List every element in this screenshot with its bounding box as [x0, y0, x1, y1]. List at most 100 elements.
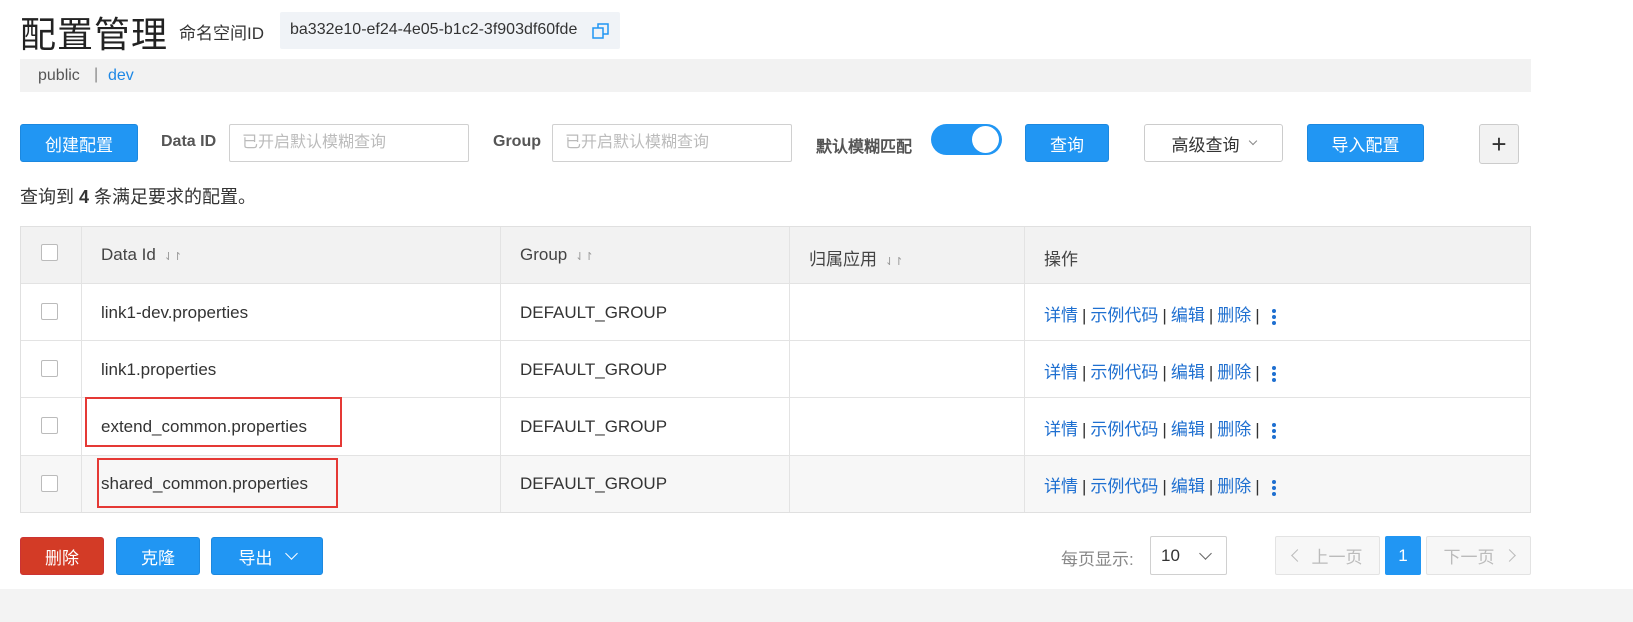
action-separator: |: [1208, 306, 1214, 325]
create-config-label: 创建配置: [45, 135, 113, 155]
detail-link[interactable]: 详情: [1044, 306, 1078, 325]
next-page-button[interactable]: 下一页: [1426, 536, 1531, 575]
row-checkbox[interactable]: [41, 475, 58, 492]
more-options-icon[interactable]: [1271, 478, 1276, 498]
row-group: DEFAULT_GROUP: [520, 303, 668, 322]
action-separator: |: [1082, 477, 1087, 496]
action-separator: |: [1255, 306, 1260, 325]
bottom-scrollbar[interactable]: [0, 589, 1633, 622]
delete-link[interactable]: 删除: [1217, 363, 1251, 382]
sample-code-link[interactable]: 示例代码: [1090, 306, 1158, 325]
namespace-label: 命名空间ID: [179, 24, 264, 43]
toggle-knob: [972, 126, 999, 153]
detail-link[interactable]: 详情: [1044, 420, 1078, 439]
select-all-checkbox[interactable]: [41, 244, 58, 261]
more-options-icon[interactable]: [1271, 307, 1276, 327]
clone-button[interactable]: 克隆: [116, 537, 200, 575]
copy-icon[interactable]: [592, 22, 610, 40]
more-options-icon[interactable]: [1271, 364, 1276, 384]
column-header-app[interactable]: 归属应用 ⇃↾: [809, 245, 903, 270]
edit-link[interactable]: 编辑: [1171, 306, 1205, 325]
per-page-value: 10: [1161, 546, 1180, 565]
column-divider: [81, 227, 82, 512]
delete-label: 删除: [45, 548, 79, 568]
action-separator: |: [1255, 363, 1260, 382]
row-checkbox[interactable]: [41, 303, 58, 320]
action-separator: |: [1208, 477, 1214, 496]
page-1-button[interactable]: 1: [1385, 536, 1421, 575]
chevron-right-icon: [1502, 549, 1516, 562]
page-number: 1: [1398, 545, 1408, 565]
row-dataid: link1-dev.properties: [101, 303, 249, 322]
advanced-query-button[interactable]: 高级查询: [1144, 124, 1283, 162]
clone-label: 克隆: [141, 548, 175, 568]
prev-page-button[interactable]: 上一页: [1275, 536, 1380, 575]
sort-icon[interactable]: ⇃↾: [575, 251, 593, 263]
action-separator: |: [1255, 420, 1260, 439]
sort-icon[interactable]: ⇃↾: [885, 256, 903, 268]
query-button[interactable]: 查询: [1025, 124, 1109, 162]
delete-link[interactable]: 删除: [1217, 306, 1251, 325]
detail-link[interactable]: 详情: [1044, 477, 1078, 496]
delete-link[interactable]: 删除: [1217, 477, 1251, 496]
column-header-dataid[interactable]: Data Id ⇃↾: [101, 245, 182, 265]
sample-code-link[interactable]: 示例代码: [1090, 420, 1158, 439]
column-label: Data Id: [101, 245, 156, 264]
row-group: DEFAULT_GROUP: [520, 417, 668, 436]
fuzzy-match-label: 默认模糊匹配: [816, 139, 913, 156]
column-divider: [1024, 227, 1025, 512]
table-row: link1.properties DEFAULT_GROUP 详情 | 示例代码 | 编…: [21, 341, 1530, 398]
next-page-label: 下一页: [1443, 548, 1495, 567]
delete-link[interactable]: 删除: [1217, 420, 1251, 439]
action-separator: |: [1255, 477, 1260, 496]
import-config-label: 导入配置: [1331, 135, 1400, 155]
row-actions: 详情 | 示例代码 | 编辑 | 删除 |: [1044, 301, 1276, 327]
query-label: 查询: [1050, 135, 1084, 155]
table-row: link1-dev.properties DEFAULT_GROUP 详情 | 示例…: [21, 284, 1530, 341]
column-divider: [500, 227, 501, 512]
action-separator: |: [1082, 363, 1087, 382]
add-button[interactable]: +: [1479, 124, 1519, 164]
action-separator: |: [1208, 420, 1214, 439]
advanced-query-label: 高级查询: [1171, 135, 1240, 155]
row-actions: 详情 | 示例代码 | 编辑 | 删除 |: [1044, 472, 1276, 498]
detail-link[interactable]: 详情: [1044, 363, 1078, 382]
sample-code-link[interactable]: 示例代码: [1090, 477, 1158, 496]
edit-link[interactable]: 编辑: [1171, 420, 1205, 439]
delete-button[interactable]: 删除: [20, 537, 104, 575]
column-header-group[interactable]: Group ⇃↾: [520, 245, 594, 265]
chevron-down-icon: [284, 547, 298, 560]
sort-icon[interactable]: ⇃↾: [164, 251, 182, 263]
export-button[interactable]: 导出: [211, 537, 323, 575]
import-config-button[interactable]: 导入配置: [1307, 124, 1424, 162]
tab-dev[interactable]: dev: [108, 67, 134, 85]
namespace-tabs: [20, 59, 1531, 92]
more-options-icon[interactable]: [1271, 421, 1276, 441]
prev-page-label: 上一页: [1311, 548, 1363, 567]
fuzzy-match-toggle[interactable]: [931, 124, 1002, 155]
group-input[interactable]: [552, 124, 792, 162]
action-separator: |: [1162, 477, 1167, 496]
dataid-input[interactable]: [229, 124, 469, 162]
column-label: 归属应用: [809, 250, 877, 269]
row-group: DEFAULT_GROUP: [520, 474, 668, 493]
edit-link[interactable]: 编辑: [1171, 477, 1205, 496]
chevron-down-icon: [1248, 136, 1257, 146]
summary-prefix: 查询到: [20, 187, 74, 207]
row-dataid: link1.properties: [101, 360, 217, 379]
highlight-box: [85, 397, 342, 447]
row-checkbox[interactable]: [41, 360, 58, 377]
edit-link[interactable]: 编辑: [1171, 363, 1205, 382]
sample-code-link[interactable]: 示例代码: [1090, 363, 1158, 382]
column-label: Group: [520, 245, 568, 264]
tab-public[interactable]: public: [38, 67, 80, 85]
row-actions: 详情 | 示例代码 | 编辑 | 删除 |: [1044, 415, 1276, 441]
highlight-box: [97, 458, 338, 508]
column-header-actions: 操作: [1044, 250, 1078, 269]
table-header: Data Id ⇃↾ Group ⇃↾ 归属应用 ⇃↾ 操作: [21, 227, 1530, 284]
page-title: 配置管理: [20, 14, 169, 55]
row-checkbox[interactable]: [41, 417, 58, 434]
plus-icon: +: [1491, 128, 1507, 159]
export-label: 导出: [238, 548, 273, 568]
create-config-button[interactable]: 创建配置: [20, 124, 138, 162]
